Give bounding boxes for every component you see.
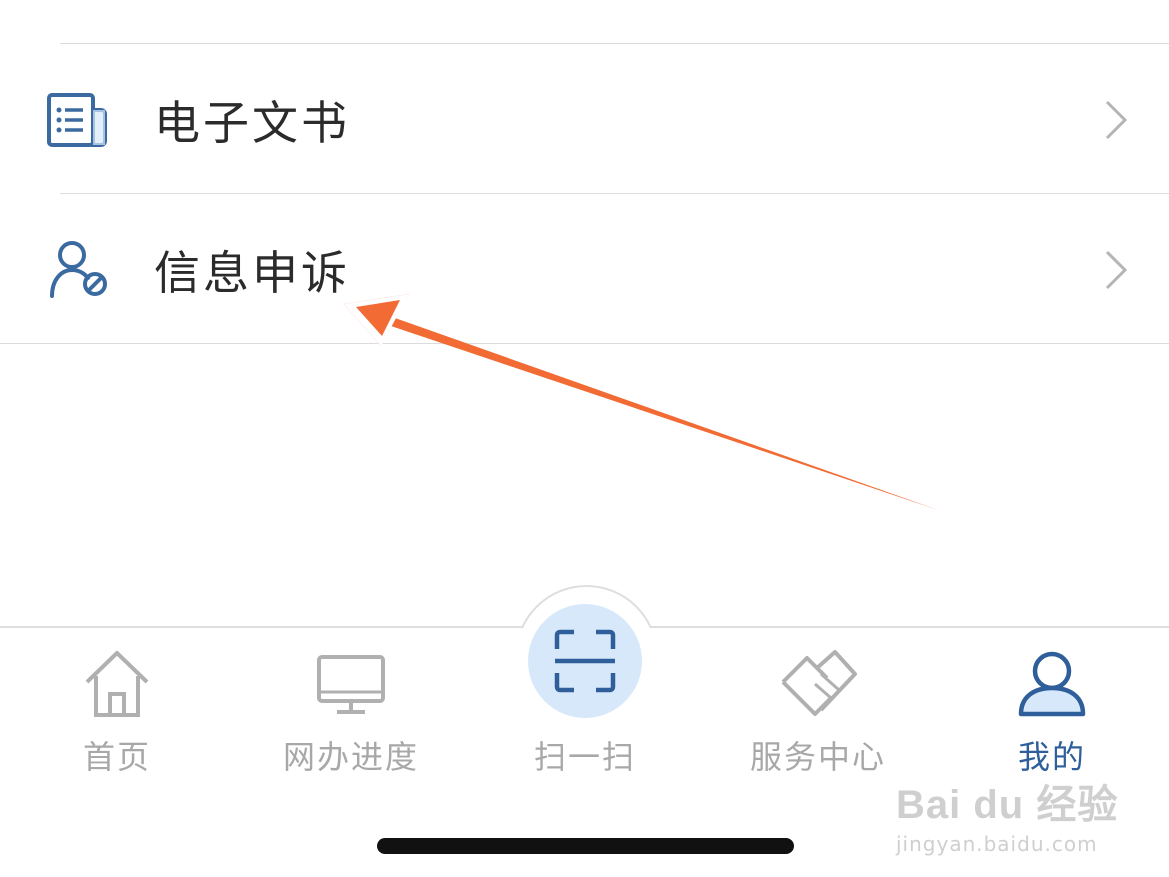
home-indicator[interactable] xyxy=(377,838,794,854)
tab-progress[interactable]: 网办进度 xyxy=(234,640,468,780)
baidu-watermark: Bai du 经验 jingyan.baidu.com xyxy=(896,772,1118,856)
handshake-icon xyxy=(777,648,859,724)
monitor-icon xyxy=(315,654,387,720)
user-icon xyxy=(1016,648,1088,724)
watermark-url: jingyan.baidu.com xyxy=(896,832,1098,856)
home-icon xyxy=(81,648,153,724)
tab-mine[interactable]: 我的 xyxy=(935,640,1169,780)
watermark-brand: Bai du 经验 xyxy=(896,783,1119,827)
tab-label: 扫一扫 xyxy=(533,738,636,776)
tab-home[interactable]: 首页 xyxy=(0,640,234,780)
tab-scan[interactable]: 扫一扫 xyxy=(468,604,702,780)
scan-button[interactable] xyxy=(528,604,642,722)
tab-label: 首页 xyxy=(82,738,151,776)
tab-service-center[interactable]: 服务中心 xyxy=(701,640,935,780)
tab-label: 网办进度 xyxy=(282,738,419,776)
